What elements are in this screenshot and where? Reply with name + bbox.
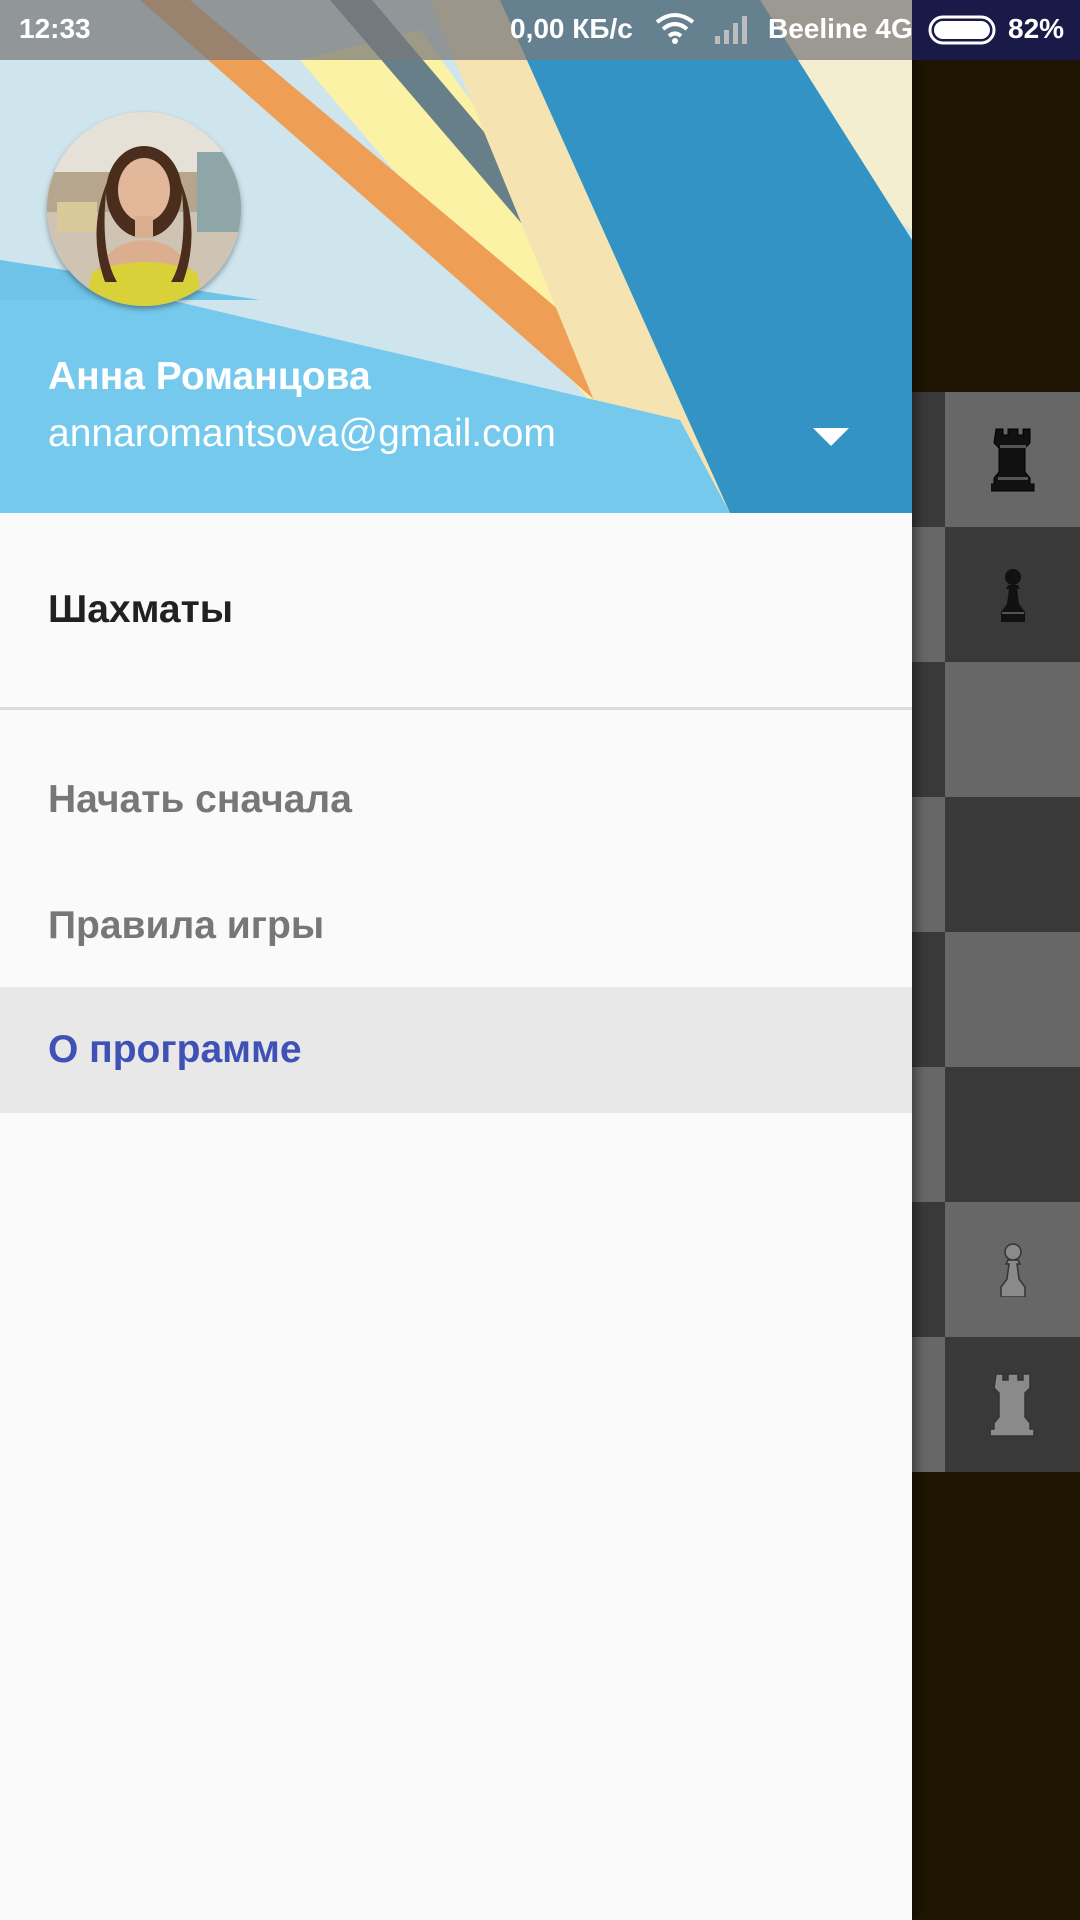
menu-item-about[interactable]: О программе — [0, 987, 912, 1113]
board-square[interactable] — [945, 662, 1080, 797]
menu-item-label: О программе — [48, 1028, 302, 1071]
triangle-down-icon — [813, 428, 849, 446]
menu-item-label: Начать сначала — [48, 778, 352, 821]
signal-icon — [715, 16, 747, 44]
divider — [0, 707, 912, 710]
board-square[interactable] — [945, 1067, 1080, 1202]
account-dropdown-button[interactable] — [796, 418, 866, 458]
navigation-drawer: Анна Романцова annaromantsova@gmail.com … — [0, 0, 912, 1920]
menu-item-restart[interactable]: Начать сначала — [0, 737, 912, 863]
black-pawn-icon[interactable] — [945, 527, 1080, 662]
user-email: annaromantsova@gmail.com — [48, 412, 556, 455]
board-square[interactable] — [945, 797, 1080, 932]
white-pawn-icon[interactable] — [945, 1202, 1080, 1337]
drawer-header: Анна Романцова annaromantsova@gmail.com — [0, 0, 912, 513]
board-square[interactable] — [945, 932, 1080, 1067]
status-bar: 12:33 0,00 КБ/с Beeline 4G 82% — [0, 0, 1080, 60]
white-rook-icon[interactable] — [945, 1337, 1080, 1472]
battery-icon — [928, 15, 996, 45]
user-name: Анна Романцова — [48, 355, 371, 398]
status-carrier: Beeline 4G — [768, 13, 913, 44]
menu-item-rules[interactable]: Правила игры — [0, 863, 912, 989]
menu-item-label: Правила игры — [48, 904, 325, 947]
avatar[interactable] — [47, 112, 241, 306]
drawer-section-title: Шахматы — [48, 588, 234, 631]
black-rook-icon[interactable] — [945, 392, 1080, 527]
status-net-speed: 0,00 КБ/с — [510, 13, 633, 44]
status-battery-percent: 82% — [1008, 13, 1065, 44]
wifi-icon — [655, 13, 695, 44]
status-time: 12:33 — [19, 13, 91, 44]
